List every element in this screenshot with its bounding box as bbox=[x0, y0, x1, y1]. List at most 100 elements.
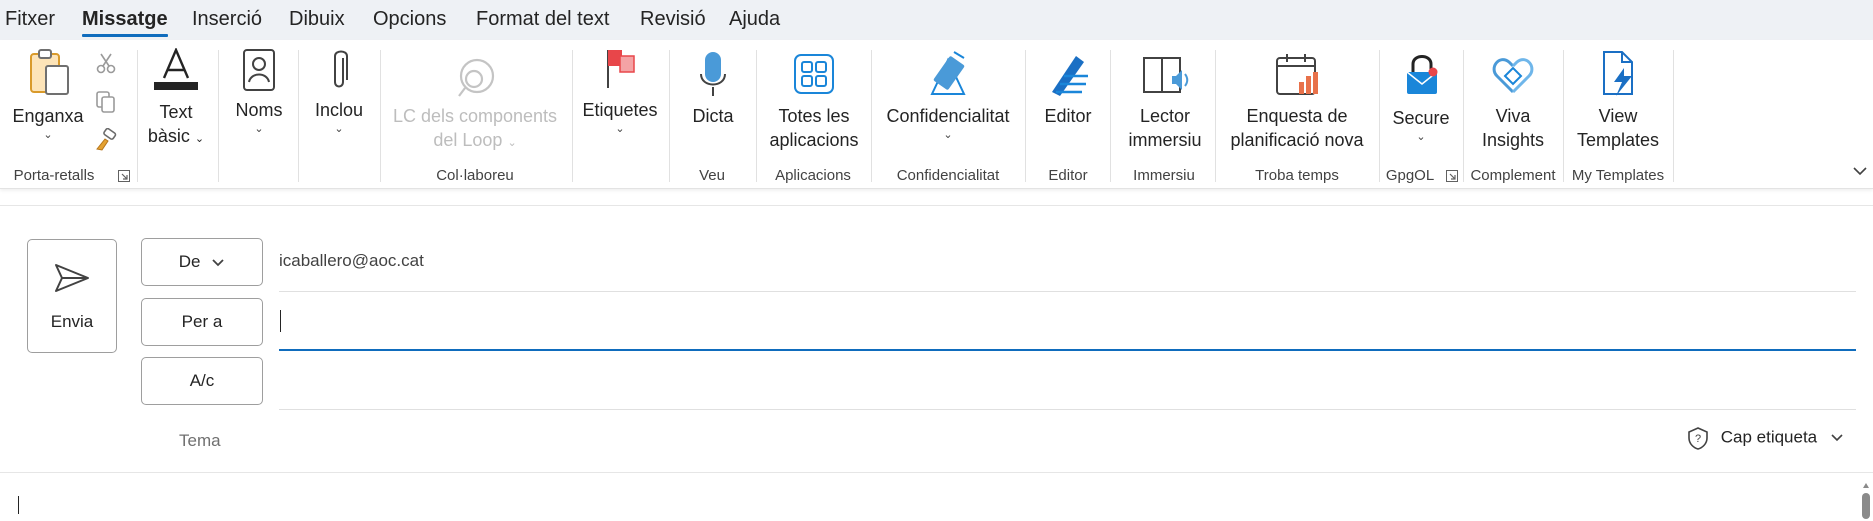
secure-button[interactable]: Secure ⌄ bbox=[1388, 46, 1454, 144]
send-label: Envia bbox=[50, 312, 94, 331]
ribbon-expand-chevron-icon[interactable] bbox=[1851, 162, 1869, 180]
tab-file[interactable]: Fitxer bbox=[5, 8, 55, 31]
calendar-poll-icon bbox=[1276, 54, 1318, 95]
loop-icon bbox=[458, 58, 495, 97]
send-button[interactable]: Envia bbox=[27, 239, 117, 353]
scheduling-poll-label-2: planificació nova bbox=[1230, 130, 1364, 150]
group-label-collaborate: Col·laboreu bbox=[436, 167, 514, 184]
include-button[interactable]: Inclou ⌄ bbox=[308, 46, 370, 136]
chevron-down-icon: ⌄ bbox=[334, 123, 344, 135]
scheduling-poll-label-1: Enquesta de bbox=[1246, 106, 1348, 126]
chevron-down-icon bbox=[212, 258, 224, 266]
scheduling-poll-button[interactable]: Enquesta de planificació nova bbox=[1225, 46, 1369, 152]
chevron-down-icon bbox=[1831, 434, 1843, 442]
address-book-icon bbox=[243, 49, 275, 91]
paste-label: Enganxa bbox=[12, 106, 84, 126]
sensitivity-shield-icon: ? bbox=[1688, 427, 1708, 450]
templates-icon bbox=[1603, 51, 1633, 96]
ribbon-separator bbox=[380, 50, 381, 182]
view-templates-label-2: Templates bbox=[1576, 130, 1660, 150]
names-button[interactable]: Noms ⌄ bbox=[228, 46, 290, 136]
immersive-reader-label-2: immersiu bbox=[1128, 130, 1202, 150]
group-label-my-templates: My Templates bbox=[1571, 167, 1665, 184]
cc-input[interactable] bbox=[279, 357, 1856, 407]
all-apps-label-2: aplicacions bbox=[769, 130, 859, 150]
apps-grid-icon bbox=[794, 54, 834, 94]
sensitivity-label-button[interactable]: ? Cap etiqueta bbox=[1686, 426, 1844, 450]
ribbon-separator bbox=[756, 50, 757, 182]
editor-pen-icon bbox=[1052, 56, 1088, 96]
to-input[interactable] bbox=[279, 298, 1856, 348]
view-templates-button[interactable]: View Templates bbox=[1572, 46, 1664, 152]
cc-button[interactable]: A/c bbox=[141, 357, 263, 405]
editor-button[interactable]: Editor bbox=[1036, 46, 1100, 128]
from-value: icaballero@aoc.cat bbox=[279, 251, 424, 270]
tags-label: Etiquetes bbox=[582, 100, 658, 120]
view-templates-label-1: View bbox=[1598, 106, 1638, 126]
cc-divider bbox=[279, 409, 1856, 410]
tags-button[interactable]: Etiquetes ⌄ bbox=[582, 46, 658, 136]
confidentiality-button[interactable]: Confidencialitat ⌄ bbox=[882, 46, 1014, 142]
paperclip-icon bbox=[334, 50, 348, 88]
subject-field[interactable]: Tema bbox=[179, 431, 221, 451]
basic-text-label-1: Text bbox=[159, 102, 193, 122]
viva-insights-label-1: Viva bbox=[1495, 106, 1531, 126]
to-text-caret bbox=[280, 310, 281, 332]
ribbon-separator bbox=[137, 50, 138, 182]
immersive-reader-button[interactable]: Lector immersiu bbox=[1120, 46, 1210, 152]
tab-review[interactable]: Revisió bbox=[640, 8, 706, 31]
ribbon-separator bbox=[1025, 50, 1026, 182]
dialog-launcher-icon[interactable] bbox=[1446, 170, 1458, 182]
ribbon-separator bbox=[1110, 50, 1111, 182]
ribbon-separator bbox=[1379, 50, 1380, 182]
loop-components-button[interactable]: LC dels components del Loop ⌄ bbox=[390, 46, 560, 155]
ribbon-separator bbox=[572, 50, 573, 182]
chevron-down-icon: ⌄ bbox=[43, 129, 53, 141]
chevron-down-icon: ⌄ bbox=[1416, 131, 1426, 143]
tab-options[interactable]: Opcions bbox=[373, 8, 446, 31]
copy-icon[interactable] bbox=[95, 90, 117, 114]
dictate-button[interactable]: Dicta bbox=[680, 46, 746, 128]
immersive-reader-label-1: Lector bbox=[1139, 106, 1191, 126]
dialog-launcher-icon[interactable] bbox=[118, 170, 130, 182]
scrollbar-thumb[interactable] bbox=[1861, 481, 1871, 521]
all-apps-label-1: Totes les bbox=[778, 106, 850, 126]
to-button[interactable]: Per a bbox=[141, 298, 263, 346]
include-label: Inclou bbox=[314, 100, 364, 120]
confidentiality-label: Confidencialitat bbox=[886, 106, 1010, 126]
all-apps-button[interactable]: Totes les aplicacions bbox=[766, 46, 862, 152]
tab-draw[interactable]: Dibuix bbox=[289, 8, 345, 31]
group-label-immersive: Immersiu bbox=[1133, 167, 1195, 184]
cc-label: A/c bbox=[189, 371, 215, 390]
ribbon-separator bbox=[1215, 50, 1216, 182]
cut-icon[interactable] bbox=[96, 52, 116, 74]
compose-header: Envia De icaballero@aoc.cat Per a A/c Te… bbox=[0, 205, 1873, 519]
from-divider bbox=[279, 291, 1856, 292]
viva-insights-label-2: Insights bbox=[1481, 130, 1545, 150]
viva-insights-button[interactable]: Viva Insights bbox=[1472, 46, 1554, 152]
to-focus-underline bbox=[279, 349, 1856, 351]
ribbon-separator bbox=[1463, 50, 1464, 182]
microphone-icon bbox=[700, 52, 726, 96]
basic-text-label-2: bàsic ⌄ bbox=[147, 126, 205, 146]
tab-format-text[interactable]: Format del text bbox=[476, 8, 609, 31]
ribbon-separator bbox=[669, 50, 670, 182]
group-label-confidentiality: Confidencialitat bbox=[896, 167, 1000, 184]
sensitivity-label-text: Cap etiqueta bbox=[1720, 427, 1818, 447]
tab-message[interactable]: Missatge bbox=[82, 8, 168, 37]
tab-help[interactable]: Ajuda bbox=[729, 8, 780, 31]
tab-insert[interactable]: Inserció bbox=[192, 8, 262, 31]
menu-bar: Fitxer Missatge Inserció Dibuix Opcions … bbox=[0, 0, 1873, 40]
ribbon-separator bbox=[1563, 50, 1564, 182]
format-painter-icon[interactable] bbox=[94, 128, 118, 152]
viva-insights-icon bbox=[1492, 58, 1534, 94]
message-body[interactable] bbox=[0, 473, 1850, 517]
basic-text-button[interactable]: Text bàsic ⌄ bbox=[144, 46, 208, 151]
ribbon: Enganxa ⌄ Porta-retalls Text bàsic ⌄ Nom… bbox=[0, 40, 1873, 189]
ribbon-separator bbox=[218, 50, 219, 182]
loop-label-1: LC dels components bbox=[392, 106, 558, 126]
group-label-gpgol: GpgOL bbox=[1385, 167, 1435, 184]
from-button[interactable]: De bbox=[141, 238, 263, 286]
editor-label: Editor bbox=[1044, 106, 1092, 126]
paste-button[interactable]: Enganxa ⌄ bbox=[12, 46, 84, 142]
